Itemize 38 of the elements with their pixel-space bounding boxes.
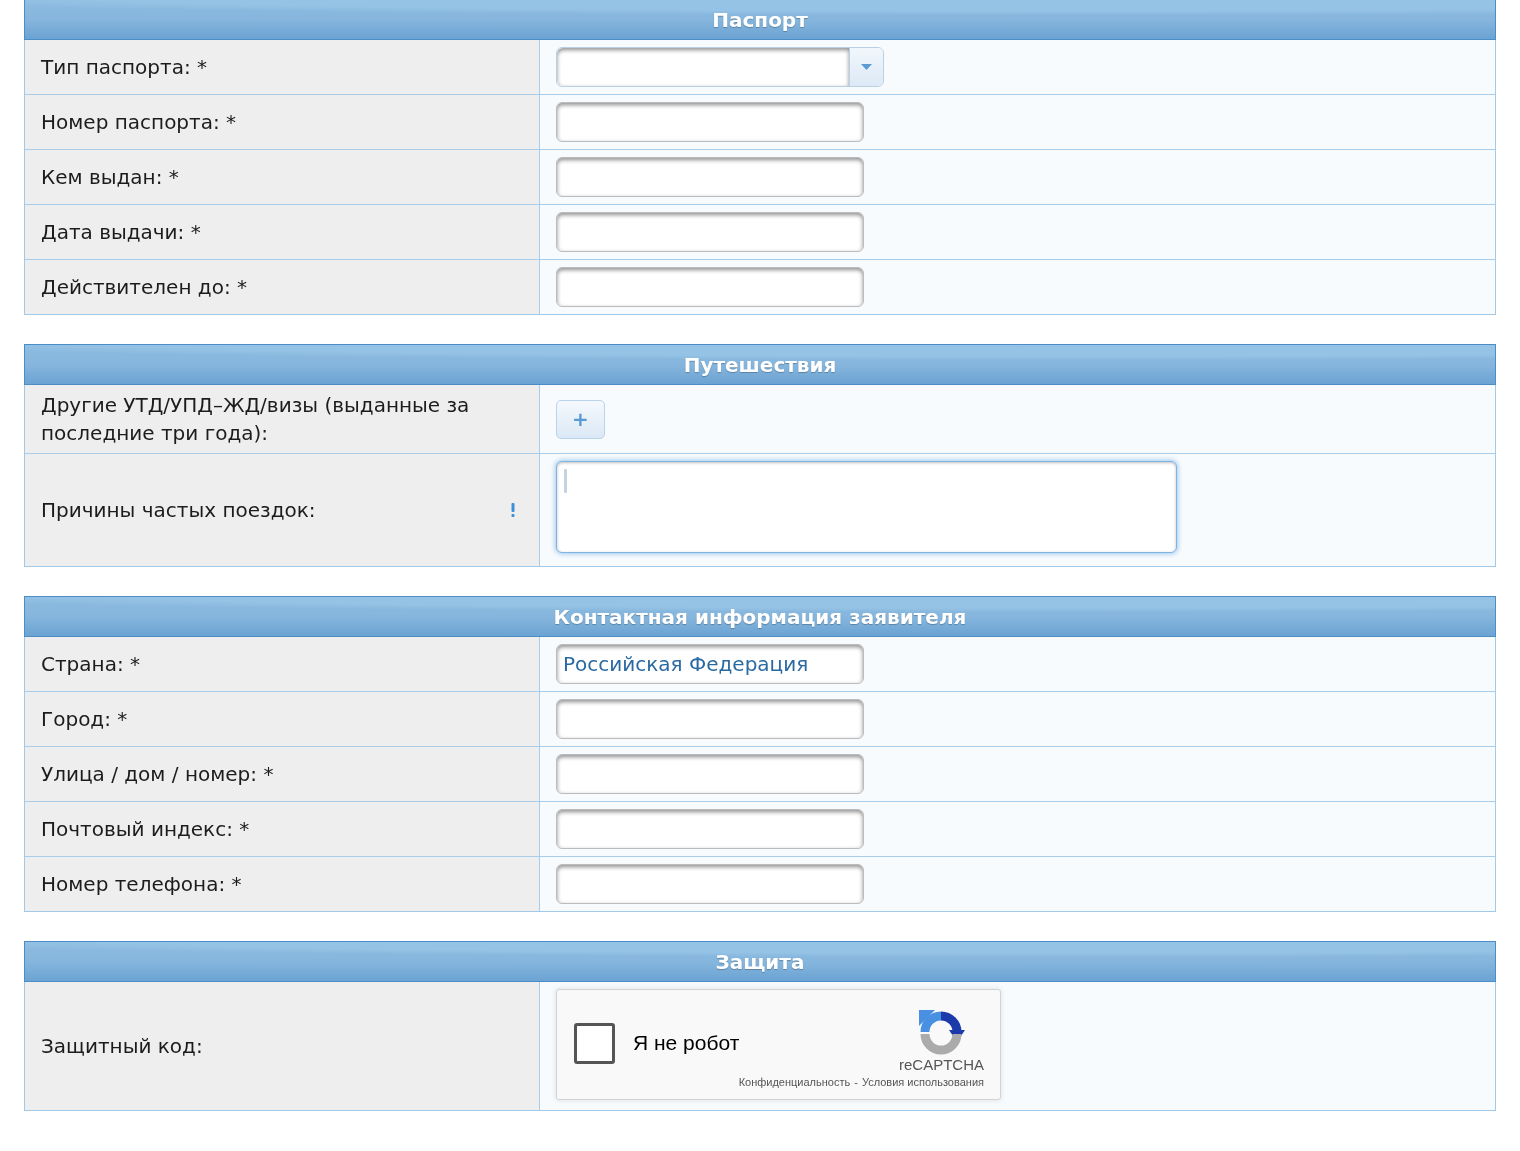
captcha-checkbox[interactable] bbox=[574, 1022, 615, 1064]
field-label: Кем выдан: * bbox=[41, 164, 179, 191]
textarea-field[interactable] bbox=[556, 461, 1177, 553]
section-title: Паспорт bbox=[712, 7, 808, 32]
footer-link[interactable]: Конфиденциальность bbox=[738, 1075, 851, 1089]
captcha-brand: reCAPTCHA bbox=[899, 1056, 984, 1074]
field-label: Улица / дом / номер: * bbox=[41, 761, 274, 788]
input-field[interactable] bbox=[556, 754, 864, 794]
captcha-label: Я не робот bbox=[633, 1031, 740, 1055]
section-title: Защита bbox=[715, 949, 805, 974]
field-label: Город: * bbox=[41, 706, 128, 733]
field-label: Тип паспорта: * bbox=[41, 54, 207, 81]
input-field[interactable] bbox=[556, 212, 864, 252]
select-field[interactable] bbox=[556, 47, 884, 87]
input-field[interactable] bbox=[556, 102, 864, 142]
field-label: Страна: * bbox=[41, 651, 140, 678]
caret-down-icon bbox=[861, 64, 872, 70]
field-label: Причины частых поездок: bbox=[41, 497, 316, 524]
field-label: Дата выдачи: * bbox=[41, 219, 201, 246]
text-cursor-icon bbox=[564, 469, 567, 493]
input-field[interactable] bbox=[556, 699, 864, 739]
field-label: Защитный код: bbox=[41, 1033, 203, 1060]
field-label: Другие УТД/УПД–ЖД/визы (выданные за последние три года): bbox=[41, 392, 471, 447]
input-field[interactable] bbox=[556, 157, 864, 197]
footer-link[interactable]: Условия использования bbox=[861, 1075, 984, 1089]
input-field[interactable]: Российская Федерация bbox=[556, 644, 864, 684]
section-title: Путешествия bbox=[683, 352, 837, 377]
input-field[interactable] bbox=[556, 809, 864, 849]
section-title: Контактная информация заявителя bbox=[553, 604, 967, 629]
field-label: Номер телефона: * bbox=[41, 871, 242, 898]
field-label: Действителен до: * bbox=[41, 274, 247, 301]
input-field[interactable] bbox=[556, 267, 864, 307]
dropdown-toggle[interactable] bbox=[849, 48, 883, 86]
circular-arrows-icon bbox=[917, 1008, 966, 1056]
field-label: Номер паспорта: * bbox=[41, 109, 237, 136]
field-label: Почтовый индекс: * bbox=[41, 816, 250, 843]
input-field[interactable] bbox=[556, 864, 864, 904]
separator-text: - bbox=[854, 1075, 858, 1089]
